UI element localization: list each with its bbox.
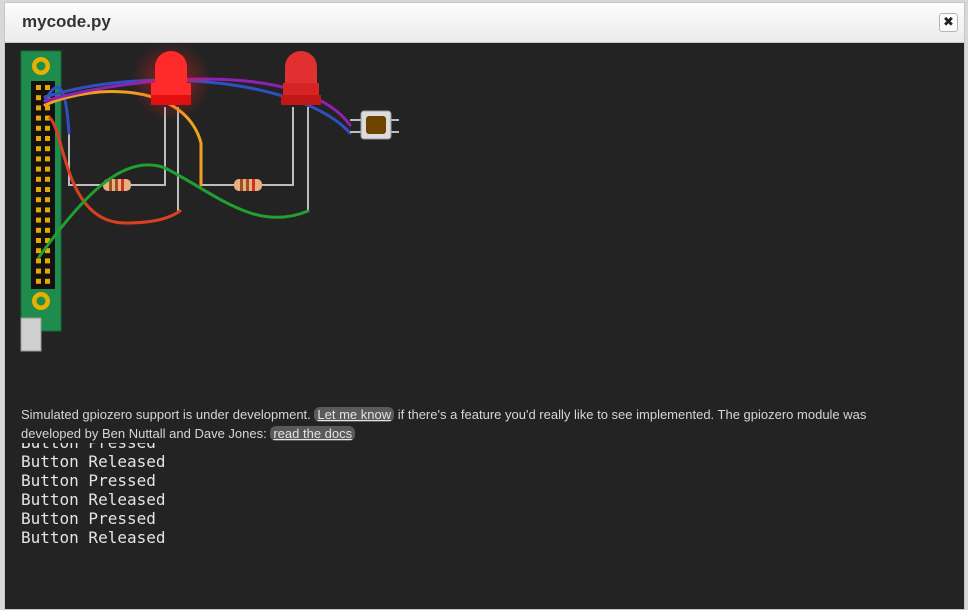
gpio-pin: [36, 197, 41, 203]
program-output[interactable]: Button Pressed Button Released Button Pr…: [21, 443, 821, 563]
resistor-2: [234, 179, 262, 191]
let-me-know-link[interactable]: Let me know: [314, 407, 395, 422]
gpio-pin: [45, 187, 50, 192]
usb-connector-icon: [20, 317, 42, 352]
gpio-pin: [36, 136, 41, 141]
window-title: mycode.py: [22, 12, 111, 31]
gpio-pin: [36, 207, 41, 213]
title-bar: mycode.py ✖: [5, 3, 964, 43]
gpio-pin: [45, 146, 50, 152]
gpio-pin: [45, 136, 50, 141]
gpio-pin: [36, 95, 41, 101]
notice-text-1: Simulated gpiozero support is under deve…: [21, 407, 311, 422]
circuit-canvas: [5, 41, 964, 363]
read-the-docs-link[interactable]: read the docs: [270, 426, 356, 441]
gpio-pin: [45, 176, 50, 182]
gpio-pin: [36, 125, 41, 131]
output-line: Button Released: [21, 452, 166, 471]
gpio-pin: [36, 146, 41, 152]
output-line: Button Pressed: [21, 509, 156, 528]
gpio-pin: [36, 268, 41, 274]
gpio-pin: [45, 85, 50, 90]
gpio-pin: [36, 217, 41, 223]
modal-window: mycode.py ✖ Simulated gpiozero support i…: [4, 2, 965, 610]
gpio-pin: [36, 227, 41, 233]
gpio-pin: [45, 207, 50, 213]
circuit-diagram: [20, 41, 399, 352]
gpio-pin: [45, 268, 50, 274]
gpio-pin: [36, 166, 41, 172]
gpio-pin: [36, 238, 41, 243]
gpio-pin: [36, 85, 41, 90]
gpio-pin: [45, 156, 50, 162]
gpio-pin: [36, 248, 41, 254]
push-button-icon[interactable]: [350, 110, 399, 140]
gpio-pin: [36, 176, 41, 182]
gpio-pin: [45, 197, 50, 203]
gpio-pin: [36, 278, 41, 284]
gpio-pin: [45, 166, 50, 172]
gpio-pin: [45, 258, 50, 264]
gpio-pin: [36, 156, 41, 162]
gpio-pin: [36, 115, 41, 121]
output-line: Button Released: [21, 528, 166, 547]
gpio-pin: [36, 187, 41, 192]
gpio-pin: [45, 125, 50, 131]
output-line-partial: Button Pressed: [21, 443, 821, 452]
component-leads: [68, 107, 309, 211]
gpio-pin: [45, 278, 50, 284]
gpio-pin: [45, 217, 50, 223]
output-line: Button Pressed: [21, 471, 156, 490]
gpio-pin: [36, 105, 41, 111]
close-button[interactable]: ✖: [939, 13, 958, 32]
output-line: Button Released: [21, 490, 166, 509]
led-1: [131, 41, 211, 121]
led-2: [281, 51, 321, 105]
gpiozero-notice: Simulated gpiozero support is under deve…: [21, 405, 911, 443]
gpio-pin: [36, 258, 41, 264]
gpio-pin: [45, 227, 50, 233]
raspberry-pi-board: [20, 50, 62, 352]
